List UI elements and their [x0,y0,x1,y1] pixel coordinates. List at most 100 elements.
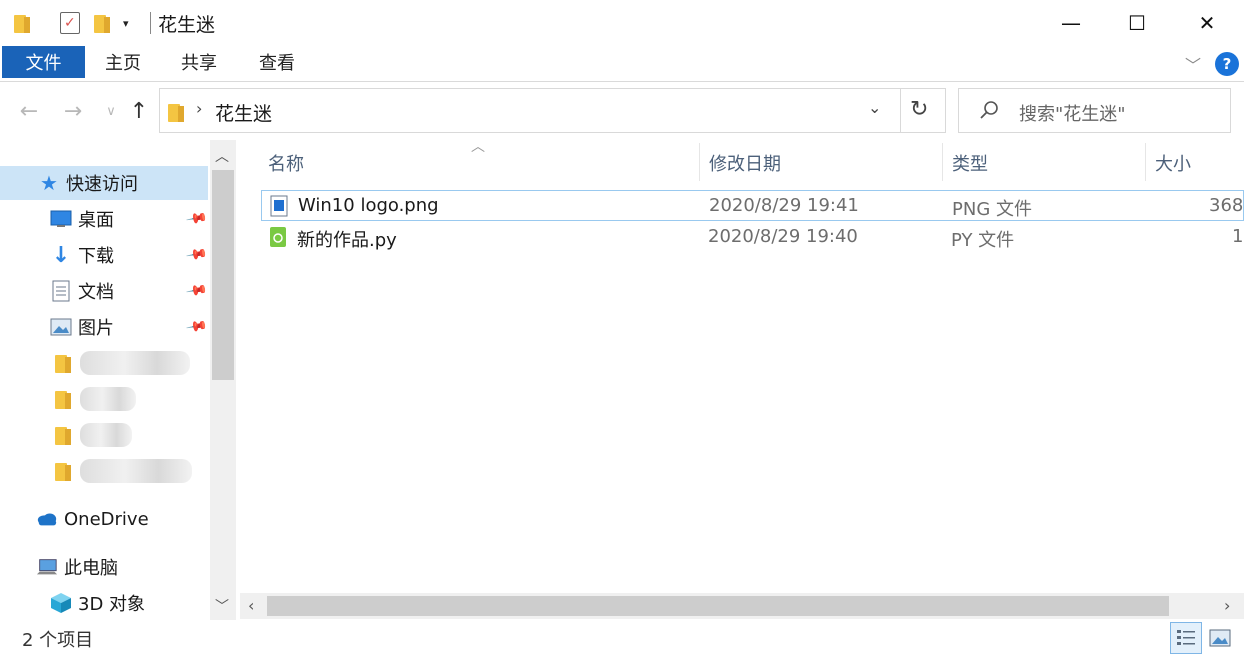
back-arrow-icon[interactable]: ← [14,96,44,126]
redacted-label [80,423,132,447]
nav-pictures[interactable]: 图片 📌 [0,310,208,344]
column-divider[interactable] [942,143,943,181]
search-input[interactable]: 搜索"花生迷" [958,88,1231,133]
refresh-icon[interactable]: ↻ [910,97,928,122]
recent-locations-icon[interactable]: ∨ [96,96,126,126]
cube-icon [50,592,72,614]
file-size: 368 [1209,195,1244,216]
python-file-icon [270,227,286,247]
ribbon: 文件 主页 共享 查看 ﹀ ? [0,46,1244,82]
nav-this-pc[interactable]: 此电脑 [0,550,208,584]
column-header-type[interactable]: 类型 [952,146,988,180]
new-folder-icon[interactable] [94,11,110,35]
nav-label: OneDrive [64,508,149,530]
scroll-up-icon[interactable]: ︿ [215,146,229,166]
redacted-label [80,351,190,375]
redacted-label [80,459,192,483]
nav-folder-redacted[interactable] [0,454,208,488]
file-modified: 2020/8/29 19:40 [708,226,858,247]
star-icon: ★ [40,171,58,195]
breadcrumb-separator-icon[interactable]: › [196,99,202,118]
nav-label: 下载 [78,246,114,267]
computer-icon [36,556,58,578]
horizontal-scrollbar[interactable]: ‹ › [240,593,1244,619]
folder-icon [52,460,74,482]
file-size: 1 [1232,226,1244,247]
file-name[interactable]: 新的作品.py [297,226,397,252]
folder-icon [52,388,74,410]
status-item-count: 2 个项目 [22,630,94,651]
navigation-pane: ★ 快速访问 桌面 📌 ↓ 下载 📌 文档 📌 图片 📌 OneDrive 此电… [0,140,237,620]
address-dropdown-icon[interactable]: ⌄ [868,98,881,117]
sort-ascending-icon: ︿ [471,139,485,155]
nav-label: 桌面 [78,210,114,231]
nav-quick-access[interactable]: ★ 快速访问 [0,166,208,200]
search-icon [980,101,998,119]
file-type: PNG 文件 [952,199,1032,220]
nav-3d-objects[interactable]: 3D 对象 [0,586,208,620]
scrollbar-thumb[interactable] [267,596,1169,616]
pin-icon[interactable]: 📌 [185,315,208,338]
nav-desktop[interactable]: 桌面 📌 [0,202,208,236]
file-type: PY 文件 [951,230,1015,251]
tab-view[interactable]: 查看 [244,46,310,78]
chevron-down-icon[interactable]: ﹀ [1185,52,1201,76]
breadcrumb[interactable]: 花生迷 [215,99,272,126]
scrollbar-thumb[interactable] [212,170,234,380]
file-row[interactable]: Win10 logo.png 2020/8/29 19:41 PNG 文件 36… [261,190,1244,221]
download-icon: ↓ [51,242,71,268]
document-icon [50,280,72,302]
column-header-modified[interactable]: 修改日期 [709,146,781,180]
nav-label: 3D 对象 [78,594,146,615]
redacted-label [80,387,136,411]
tab-home[interactable]: 主页 [90,46,156,78]
window-title: 花生迷 [158,14,216,36]
nav-folder-redacted[interactable] [0,418,208,452]
forward-arrow-icon[interactable]: → [58,96,88,126]
up-arrow-icon[interactable]: ↑ [124,96,154,126]
folder-icon [14,11,30,35]
file-name[interactable]: Win10 logo.png [298,195,439,216]
nav-folder-redacted[interactable] [0,346,208,380]
tab-file[interactable]: 文件 [2,46,85,78]
minimize-button[interactable]: — [1038,0,1104,46]
cloud-icon [36,508,58,530]
folder-icon [168,102,184,122]
scroll-down-icon[interactable]: ﹀ [215,596,229,616]
pin-icon[interactable]: 📌 [185,279,208,302]
folder-icon [52,424,74,446]
close-button[interactable]: ✕ [1174,0,1240,46]
tab-share[interactable]: 共享 [166,46,232,78]
nav-label: 此电脑 [64,558,118,579]
address-bar[interactable]: › 花生迷 ⌄ ↻ [159,88,946,133]
maximize-button[interactable]: ☐ [1104,0,1170,46]
pin-icon[interactable]: 📌 [185,243,208,266]
details-view-icon[interactable] [1170,622,1202,654]
pin-icon[interactable]: 📌 [185,207,208,230]
nav-label: 图片 [78,318,114,339]
help-icon[interactable]: ? [1215,52,1239,76]
nav-downloads[interactable]: ↓ 下载 📌 [0,238,209,272]
nav-onedrive[interactable]: OneDrive [0,502,208,536]
nav-label: 文档 [78,282,114,303]
customize-toolbar-icon[interactable]: ▾ [123,11,129,35]
properties-icon[interactable]: ✓ [60,11,80,35]
file-row[interactable]: 新的作品.py 2020/8/29 19:40 PY 文件 1 [261,222,1244,253]
column-header-size[interactable]: 大小 [1155,146,1191,180]
file-modified: 2020/8/29 19:41 [709,195,859,216]
search-placeholder: 搜索"花生迷" [1019,104,1126,125]
column-divider[interactable] [699,143,700,181]
scroll-left-icon[interactable]: ‹ [248,596,254,615]
nav-folder-redacted[interactable] [0,382,208,416]
title-separator [150,12,151,34]
large-icons-view-icon[interactable] [1204,622,1236,654]
column-divider[interactable] [1145,143,1146,181]
scroll-right-icon[interactable]: › [1224,596,1230,615]
column-header-name[interactable]: 名称 [268,146,304,180]
title-bar: ✓ ▾ 花生迷 — ☐ ✕ [0,0,1244,46]
nav-documents[interactable]: 文档 📌 [0,274,208,308]
nav-scrollbar[interactable]: ︿ ﹀ [210,140,236,620]
png-image-icon [270,195,288,217]
divider [900,89,901,132]
folder-icon [52,352,74,374]
